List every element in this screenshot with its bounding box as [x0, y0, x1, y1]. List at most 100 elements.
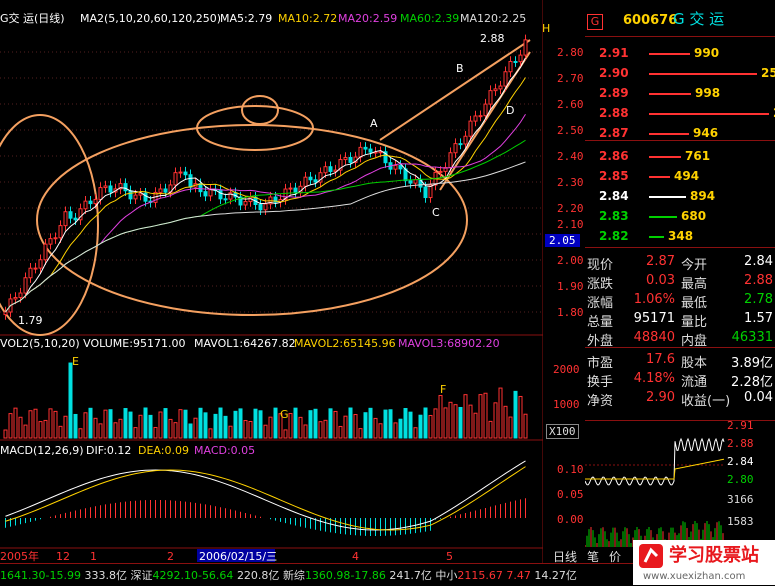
- volume-bar: [28, 410, 33, 439]
- quote-label: 净资: [587, 394, 614, 409]
- volume-bar: [483, 392, 488, 439]
- candle: [413, 179, 418, 184]
- sh-change: -15.99: [45, 569, 81, 582]
- candle: [458, 143, 463, 146]
- volume-bar: [253, 408, 258, 439]
- order-volume-bar: [649, 53, 690, 55]
- candle: [128, 190, 133, 200]
- order-price: 2.88: [599, 106, 629, 120]
- sz-amount: 220.8亿: [236, 569, 280, 582]
- zx-change: 7.47: [506, 569, 531, 582]
- price-tick: 1.80: [557, 306, 584, 319]
- candle: [13, 296, 18, 300]
- volume-bar: [318, 421, 323, 439]
- macd-dif: DIF:0.12: [86, 444, 132, 457]
- volume-bar: [148, 414, 153, 439]
- order-volume-bar: [649, 73, 757, 75]
- volume-bar: [198, 407, 203, 439]
- mini-tick: 2.91: [727, 419, 754, 432]
- candle: [88, 200, 93, 205]
- macd-tick: 0.00: [557, 513, 584, 526]
- volume-bar: [393, 422, 398, 439]
- candle: [453, 143, 458, 154]
- quote-value: 48840: [633, 330, 675, 345]
- volume-bar: [478, 394, 483, 439]
- macd-label: MACD(12,26,9): [0, 444, 84, 457]
- volume-bar: [78, 428, 83, 439]
- mavol2-value: MAVOL2:65145.96: [294, 337, 396, 350]
- dif-line: [5, 460, 526, 531]
- candle: [33, 267, 38, 270]
- order-price: 2.89: [599, 86, 629, 100]
- annotation-f: F: [440, 383, 447, 396]
- annotation-h: H: [542, 22, 551, 35]
- candle: [293, 187, 298, 194]
- order-volume-bar: [649, 156, 681, 158]
- price-tick: 2.10: [557, 218, 584, 231]
- volume-bar: [178, 409, 183, 439]
- candle: [198, 183, 203, 193]
- volume-tick: 1000: [553, 398, 580, 411]
- order-price: 2.85: [599, 169, 629, 183]
- candle: [218, 189, 223, 200]
- order-book-row: 2.91 990: [593, 45, 773, 61]
- volume-bar: [53, 410, 58, 439]
- mini-tick: 2.84: [727, 455, 754, 468]
- sz-label: 深证: [130, 569, 153, 582]
- order-book-row: 2.87 946: [593, 125, 773, 141]
- volume-bar: [428, 414, 433, 439]
- volume-bar: [153, 426, 158, 439]
- order-book-row: 2.85 494: [593, 168, 773, 184]
- quote-value: 95171: [633, 311, 675, 326]
- watermark-title: 学习股票站: [669, 545, 759, 566]
- quote-value: 0.03: [646, 273, 675, 288]
- volume-bar: [173, 422, 178, 439]
- sh-amount: 333.8亿: [84, 569, 127, 582]
- candle: [3, 311, 8, 316]
- candle: [498, 85, 503, 90]
- kline-chart-area[interactable]: G交 运(日线) MA2(5,10,20,60,120,250) MA5:2.7…: [0, 0, 584, 563]
- order-book-row: 2.83 680: [593, 208, 773, 224]
- candle: [393, 164, 398, 170]
- xz-label: 新综: [282, 569, 305, 582]
- quote-label: 收益(一): [681, 394, 731, 409]
- candle: [163, 188, 168, 193]
- candle: [98, 187, 103, 200]
- volume-bar: [423, 407, 428, 439]
- order-price: 2.86: [599, 149, 629, 163]
- candle: [48, 238, 53, 245]
- time-month: 2: [167, 550, 174, 563]
- quote-value: 4.18%: [633, 371, 675, 386]
- order-volume: 998: [695, 86, 721, 100]
- xz-amount: 241.7亿: [389, 569, 432, 582]
- quote-row: 现价 2.87 今开 2.84: [585, 252, 775, 273]
- quote-value: 46331: [731, 330, 773, 345]
- candle: [183, 171, 188, 176]
- volume-bar: [298, 416, 303, 439]
- candle: [68, 211, 73, 219]
- order-price: 2.83: [599, 209, 629, 223]
- candle: [288, 187, 293, 190]
- order-book-row: 2.82 348: [593, 228, 773, 244]
- candle: [398, 164, 403, 170]
- candle: [313, 179, 318, 183]
- annotation-g: G: [280, 408, 289, 421]
- zx-amount: 14.27亿: [534, 569, 577, 582]
- candle: [258, 204, 263, 211]
- candle: [73, 217, 78, 221]
- volume-bar: [103, 409, 108, 439]
- candle: [473, 115, 478, 122]
- kline-svg[interactable]: [0, 0, 543, 563]
- candle: [523, 39, 528, 56]
- ma120-line: [5, 161, 526, 313]
- volume-bar: [218, 407, 223, 439]
- quote-row: 外盘 48840 内盘 46331: [585, 328, 775, 349]
- order-volume-bar: [649, 196, 686, 198]
- order-book-row: 2.84 894: [593, 188, 773, 204]
- volume-bars: [3, 362, 528, 439]
- intraday-mini-chart[interactable]: 2.91 2.88 2.84 2.80 3166 1583: [585, 419, 775, 549]
- volume-bar: [498, 387, 503, 439]
- order-volume: 348: [668, 229, 694, 243]
- dea-line: [5, 466, 526, 531]
- candle: [208, 189, 213, 197]
